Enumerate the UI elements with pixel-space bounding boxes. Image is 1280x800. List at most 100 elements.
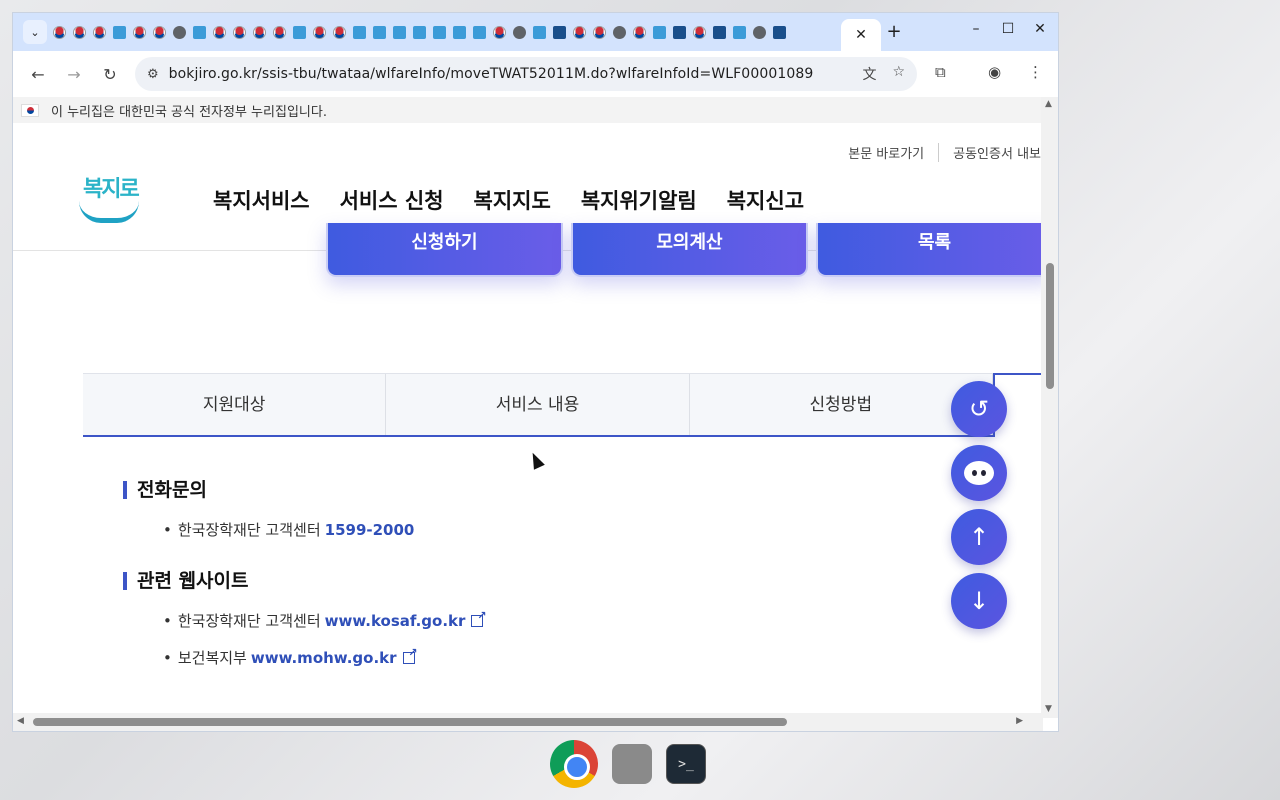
tab-favicon[interactable] <box>533 25 546 39</box>
tab-favicon[interactable] <box>573 25 586 39</box>
translate-icon[interactable]: 文 <box>862 64 876 84</box>
vertical-scroll-thumb[interactable] <box>1046 263 1054 389</box>
tab-favicon[interactable] <box>53 25 66 39</box>
horizontal-scroll-thumb[interactable] <box>33 718 787 726</box>
cert-export-link[interactable]: 공동인증서 내보 <box>938 143 1043 162</box>
extensions-icon[interactable]: ⧉ <box>935 63 946 81</box>
tab-favicon[interactable] <box>233 25 246 39</box>
tab-favicon[interactable] <box>313 25 326 39</box>
phone-number[interactable]: 1599-2000 <box>325 521 415 539</box>
terminal-app-icon[interactable]: >_ <box>666 744 706 784</box>
tab-how-to-apply[interactable]: 신청방법 <box>690 374 993 435</box>
tab-service-content[interactable]: 서비스 내용 <box>386 374 690 435</box>
new-tab-button[interactable]: + <box>883 21 905 43</box>
bokjiro-logo[interactable]: 복지로 <box>79 171 141 227</box>
tab-favicon[interactable] <box>433 25 446 39</box>
reload-icon[interactable]: ↻ <box>96 65 124 84</box>
tab-favicon[interactable] <box>513 25 526 39</box>
tab-favicon[interactable] <box>333 25 346 39</box>
active-tab[interactable]: ✕ <box>841 19 881 51</box>
tab-favicon[interactable] <box>153 25 166 39</box>
external-link-icon[interactable] <box>402 646 418 664</box>
tab-favicon[interactable] <box>713 25 726 39</box>
list-button[interactable]: 목록 <box>816 223 1043 277</box>
simulate-button[interactable]: 모의계산 <box>571 223 808 277</box>
tab-favicon[interactable] <box>413 25 426 39</box>
nav-welfare-services[interactable]: 복지서비스 <box>213 185 310 215</box>
mohw-link[interactable]: www.mohw.go.kr <box>251 649 397 667</box>
tab-eligibility[interactable]: 지원대상 <box>83 374 387 435</box>
forward-icon[interactable]: → <box>60 65 88 84</box>
scroll-down-arrow-icon[interactable]: ▼ <box>1045 704 1052 714</box>
vertical-scrollbar[interactable]: ▲ ▼ <box>1041 97 1058 718</box>
chrome-app-icon[interactable] <box>550 740 598 788</box>
action-buttons: 신청하기 모의계산 목록 <box>326 223 1043 277</box>
maximize-button[interactable]: ☐ <box>998 21 1018 37</box>
scroll-up-button[interactable]: ↑ <box>951 509 1007 565</box>
tab-favicon[interactable] <box>93 25 106 39</box>
url-text[interactable]: bokjiro.go.kr/ssis-tbu/twataa/wlfareInfo… <box>169 66 814 82</box>
tab-favicon[interactable] <box>193 25 206 39</box>
tab-favicon[interactable] <box>253 25 266 39</box>
tab-favicon[interactable] <box>353 25 366 39</box>
bullet-dot: • <box>163 520 172 539</box>
scroll-right-arrow-icon[interactable]: ▶ <box>1016 716 1023 726</box>
external-link-icon[interactable] <box>471 609 486 627</box>
tab-favicon[interactable] <box>373 25 386 39</box>
tab-favicon[interactable] <box>613 25 626 39</box>
tab-favicon[interactable] <box>293 25 306 39</box>
tab-favicon[interactable] <box>733 25 746 39</box>
tool-app-icon[interactable] <box>612 744 652 784</box>
nav-crisis-alert[interactable]: 복지위기알림 <box>581 185 697 215</box>
gov-banner: 이 누리집은 대한민국 공식 전자정부 누리집입니다. <box>13 97 1043 123</box>
site-info-icon[interactable]: ⚙ <box>147 67 159 82</box>
tab-favicon[interactable] <box>493 25 506 39</box>
tab-favicon[interactable] <box>553 25 566 39</box>
tab-favicon[interactable] <box>673 25 686 39</box>
scroll-up-icon: ↑ <box>968 523 990 551</box>
browser-window: ⌄ ✕ + – ☐ ✕ ← → ↻ ⚙ bokjiro.go.kr/ssis-t… <box>12 12 1059 732</box>
address-bar[interactable]: ⚙ bokjiro.go.kr/ssis-tbu/twataa/wlfareIn… <box>135 57 917 91</box>
scroll-up-arrow-icon[interactable]: ▲ <box>1045 99 1052 109</box>
nav-welfare-map[interactable]: 복지지도 <box>474 185 551 215</box>
history-button[interactable]: ↺ <box>951 381 1007 437</box>
nav-welfare-report[interactable]: 복지신고 <box>727 185 804 215</box>
tab-favicon[interactable] <box>693 25 706 39</box>
tab-favicon[interactable] <box>73 25 86 39</box>
profile-icon[interactable]: ◉ <box>988 63 1001 81</box>
tab-favicon[interactable] <box>633 25 646 39</box>
close-window-button[interactable]: ✕ <box>1030 21 1050 37</box>
list-item-text: 한국장학재단 고객센터 <box>177 612 321 630</box>
tab-favicon[interactable] <box>473 25 486 39</box>
history-icon: ↺ <box>968 395 990 423</box>
menu-icon[interactable]: ⋮ <box>1028 63 1043 81</box>
tab-favicon[interactable] <box>593 25 606 39</box>
bookmark-star-icon[interactable]: ☆ <box>892 64 905 84</box>
scroll-down-button[interactable]: ↓ <box>951 573 1007 629</box>
chatbot-button[interactable] <box>951 445 1007 501</box>
kosaf-link[interactable]: www.kosaf.go.kr <box>325 612 466 630</box>
tab-favicon[interactable] <box>773 25 786 39</box>
logo-swoosh <box>79 201 139 223</box>
horizontal-scrollbar[interactable]: ◀ ▶ <box>13 713 1043 731</box>
tab-search-button[interactable]: ⌄ <box>23 20 47 44</box>
tab-favicon[interactable] <box>393 25 406 39</box>
scroll-left-arrow-icon[interactable]: ◀ <box>17 716 24 726</box>
tab-favicon[interactable] <box>753 25 766 39</box>
bullet-dot: • <box>163 611 172 630</box>
tab-favicon[interactable] <box>113 25 126 39</box>
tab-favicon[interactable] <box>453 25 466 39</box>
tab-favicon[interactable] <box>213 25 226 39</box>
skip-to-content-link[interactable]: 본문 바로가기 <box>834 143 938 162</box>
apply-button[interactable]: 신청하기 <box>326 223 563 277</box>
minimize-button[interactable]: – <box>966 21 986 37</box>
tab-favicon[interactable] <box>653 25 666 39</box>
back-icon[interactable]: ← <box>24 65 52 84</box>
nav-service-apply[interactable]: 서비스 신청 <box>340 185 444 215</box>
tab-favicon[interactable] <box>133 25 146 39</box>
browser-toolbar: ← → ↻ ⚙ bokjiro.go.kr/ssis-tbu/twataa/wl… <box>13 51 1058 97</box>
tab-favicon[interactable] <box>273 25 286 39</box>
tab-favicon[interactable] <box>173 25 186 39</box>
tab-close-icon[interactable]: ✕ <box>855 27 867 43</box>
list-item: • 한국장학재단 고객센터 1599-2000 <box>163 519 483 540</box>
